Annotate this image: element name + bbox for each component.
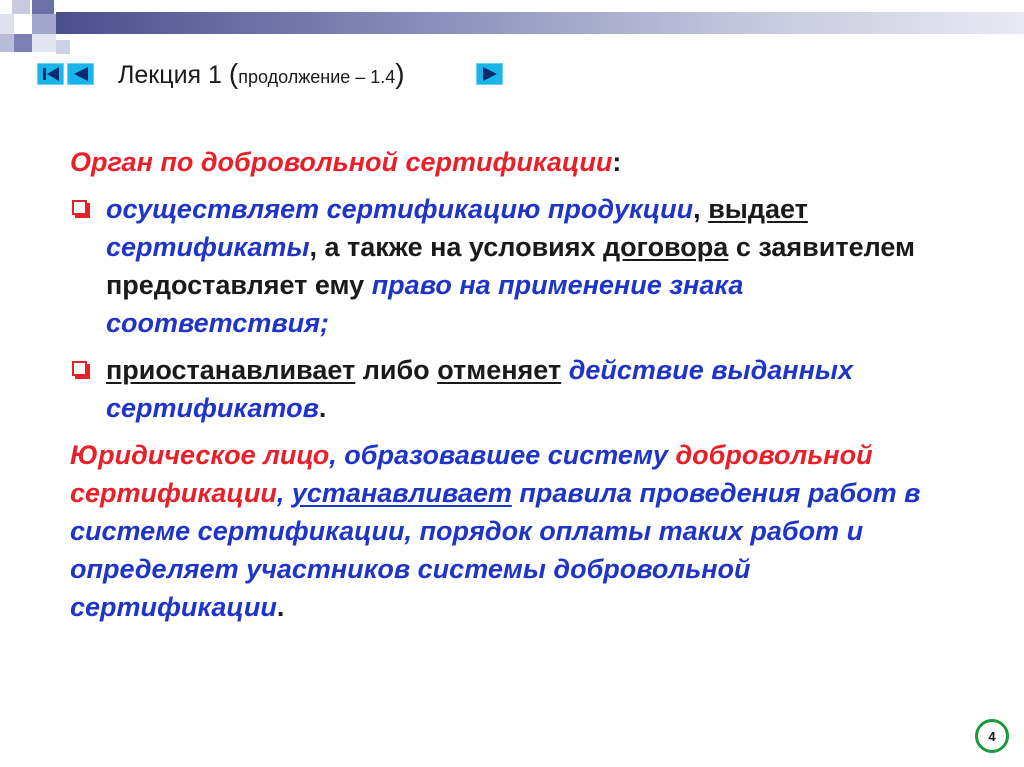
para2-text-7: . [276,592,285,622]
bullet1-text-3: выдает [708,194,808,224]
lecture-title-close-paren: ) [395,58,405,89]
lecture-title-sub: продолжение – 1.4 [238,67,396,87]
para2-text-5: устанавливает [291,478,512,508]
page-number-badge: 4 [975,719,1009,753]
bullet1-text-2: , [693,194,709,224]
bullet2-text-4 [561,355,569,385]
page-number: 4 [988,728,996,744]
next-slide-button[interactable] [476,63,503,85]
first-slide-button[interactable] [37,63,64,85]
bullet1-text-5: сертификаты [106,232,310,262]
content-heading: Орган по добровольной сертификации: [70,143,970,181]
prev-slide-button[interactable] [67,63,94,85]
para2-text-2: , образовавшее систему [329,440,676,470]
bullet-item-1: осуществляет сертификацию продукции, выд… [70,190,970,342]
bullet1-text-6: , а также на условиях [309,232,604,262]
first-slide-icon [42,67,59,81]
prev-slide-icon [73,67,88,81]
bullet-item-2: приостанавливает либо отменяет действие … [70,351,970,427]
slide-content: Орган по добровольной сертификации: осущ… [70,143,970,635]
slide: Лекция 1 (продолжение – 1.4) Орган по до… [0,0,1024,767]
heading-text: Орган по добровольной сертификации [70,147,613,177]
nav-left-group [37,63,94,85]
checkbox-bullet-icon [72,200,90,218]
header-gradient-bar [56,12,1024,34]
bullet2-text-3: отменяет [437,355,562,385]
content-paragraph-2: Юридическое лицо, образовавшее систему д… [70,436,970,626]
nav-right-group [476,63,503,85]
next-slide-icon [482,67,497,81]
checkbox-bullet-icon [72,361,90,379]
bullet2-text-6: . [318,393,327,423]
bullet2-text-1: приостанавливает [106,355,356,385]
bullet1-text-1: осуществляет сертификацию продукции [106,194,694,224]
lecture-title-main: Лекция 1 [118,61,229,89]
bullet1-text-7: договора [603,232,729,262]
lecture-title-open-paren: ( [228,58,239,89]
para2-text-1: Юридическое лицо [70,440,330,470]
lecture-title: Лекция 1 (продолжение – 1.4) [118,58,405,90]
bullet2-text-2: либо [355,355,438,385]
para2-text-4: , [276,478,292,508]
heading-colon: : [612,147,622,177]
